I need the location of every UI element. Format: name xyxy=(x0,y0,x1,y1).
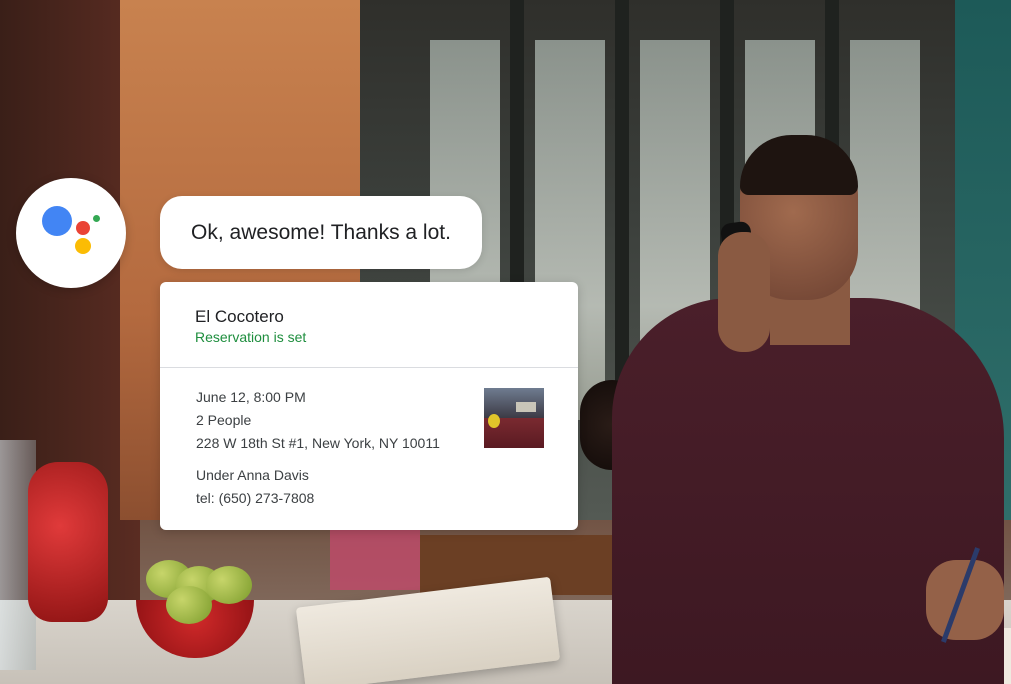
google-assistant-icon xyxy=(16,178,126,288)
party-size: 2 People xyxy=(196,412,252,428)
assistant-dot-red xyxy=(76,221,90,235)
lime xyxy=(166,586,212,624)
assistant-dot-green xyxy=(93,215,100,222)
restaurant-phone[interactable]: tel: (650) 273-7808 xyxy=(196,490,314,506)
lime xyxy=(206,566,252,604)
reservation-date-time: June 12, 8:00 PM xyxy=(196,389,306,405)
reserved-under: Under Anna Davis xyxy=(196,467,309,483)
assistant-dot-blue xyxy=(42,206,72,236)
red-pitcher xyxy=(28,462,108,622)
restaurant-thumbnail[interactable] xyxy=(484,388,544,448)
reservation-status: Reservation is set xyxy=(195,329,307,345)
seat xyxy=(330,530,420,590)
restaurant-name: El Cocotero xyxy=(195,307,284,326)
person-hand xyxy=(718,232,770,352)
reservation-card[interactable]: El Cocotero Reservation is set June 12, … xyxy=(160,282,578,530)
assistant-message-bubble: Ok, awesome! Thanks a lot. xyxy=(160,196,482,269)
divider xyxy=(160,367,578,368)
assistant-message-text: Ok, awesome! Thanks a lot. xyxy=(191,220,451,244)
restaurant-address: 228 W 18th St #1, New York, NY 10011 xyxy=(196,435,440,451)
thumbnail-table xyxy=(516,402,536,412)
assistant-dot-yellow xyxy=(75,238,91,254)
thumbnail-flowers xyxy=(488,414,500,428)
